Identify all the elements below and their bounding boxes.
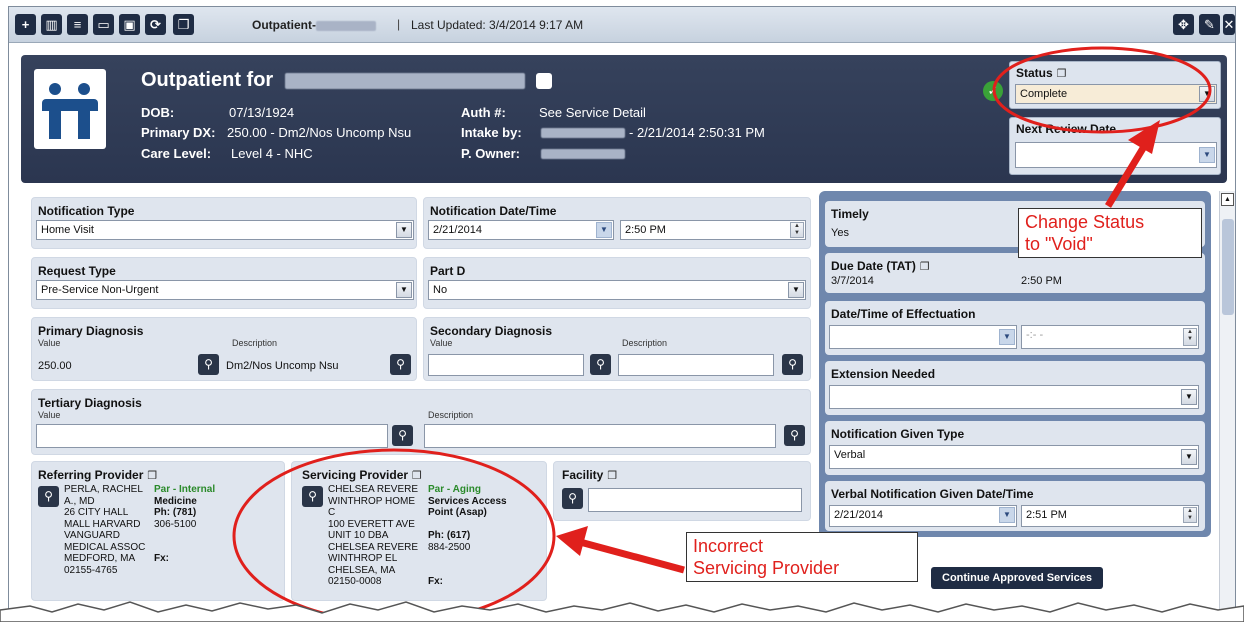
provider-callout: Incorrect Servicing Provider (686, 532, 918, 582)
torn-edge (0, 601, 1244, 622)
status-callout: Change Status to "Void" (1018, 208, 1202, 258)
annotation-overlay (232, 46, 1212, 622)
status-arrow-line (1105, 138, 1151, 208)
status-highlight-ellipse (992, 46, 1212, 134)
provider-arrow-line (579, 538, 685, 574)
provider-arrow-head (556, 526, 588, 556)
status-arrow-head (1128, 120, 1160, 154)
